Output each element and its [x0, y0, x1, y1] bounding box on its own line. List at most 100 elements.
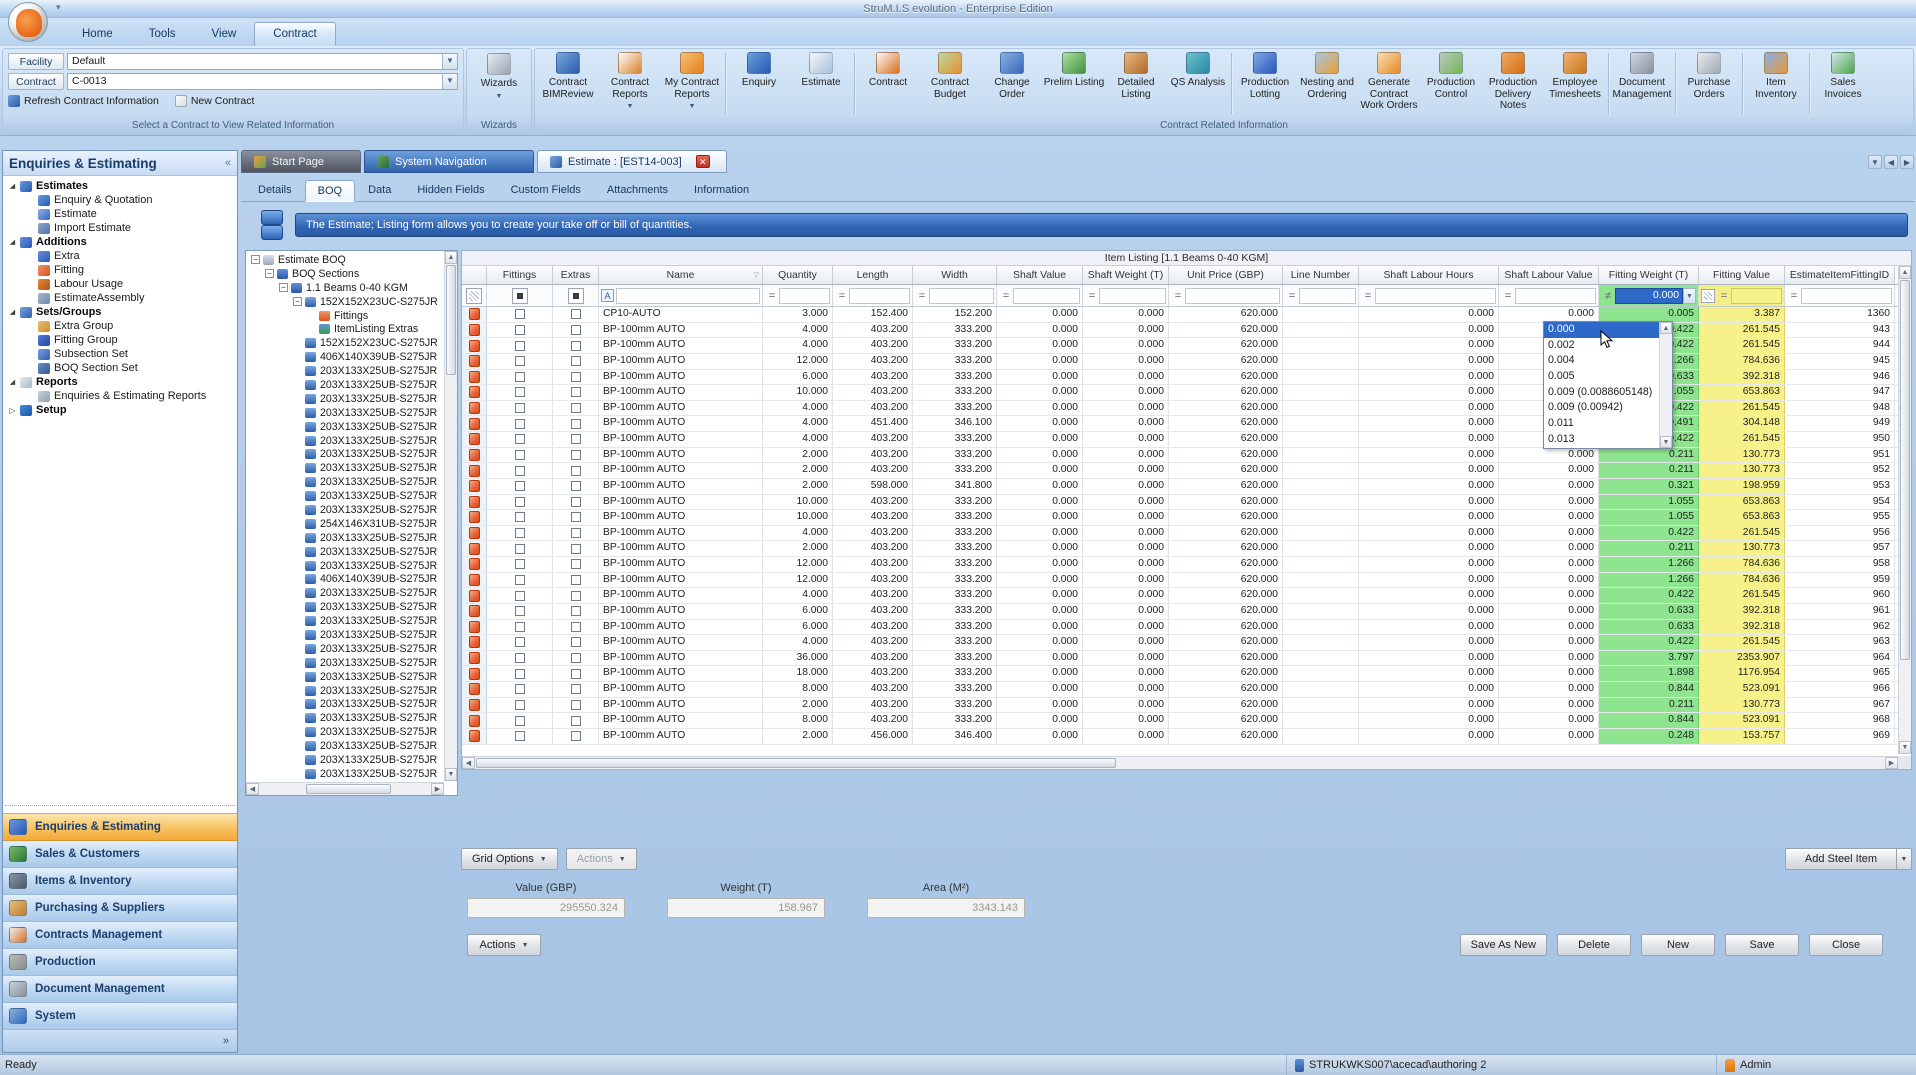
column-header-shaft-labour-hours[interactable]: Shaft Labour Hours	[1359, 266, 1499, 284]
production-control-button[interactable]: Production Control	[1420, 50, 1482, 118]
grid-row[interactable]: BP-100mm AUTO6.000403.200333.2000.0000.0…	[462, 604, 1911, 620]
dropdown-option[interactable]: 0.002	[1544, 338, 1672, 354]
fittings-checkbox[interactable]	[515, 637, 525, 647]
boq-node-203x133x25ub-s275jr[interactable]: 203X133X25UB-S275JR	[247, 378, 443, 392]
extras-checkbox[interactable]	[571, 325, 581, 335]
boq-node-203x133x25ub-s275jr[interactable]: 203X133X25UB-S275JR	[247, 600, 443, 614]
column-header-estimateitemfittingid[interactable]: EstimateItemFittingID	[1785, 266, 1895, 284]
grid-row[interactable]: BP-100mm AUTO10.000403.200333.2000.0000.…	[462, 510, 1911, 526]
fittings-checkbox[interactable]	[515, 403, 525, 413]
sidebar-item-subsection-set[interactable]: Subsection Set	[7, 347, 237, 361]
filter-dropdown-icon[interactable]: ▼	[1683, 288, 1696, 304]
boq-tree-vertical-scrollbar[interactable]: ▲ ▼	[444, 251, 457, 781]
boq-node-203x133x25ub-s275jr[interactable]: 203X133X25UB-S275JR	[247, 406, 443, 420]
boq-node-203x133x25ub-s275jr[interactable]: 203X133X25UB-S275JR	[247, 489, 443, 503]
column-header-name[interactable]: Name▽	[599, 266, 763, 284]
contract-reports-button[interactable]: Contract Reports▼	[599, 50, 661, 118]
filter-input-quantity[interactable]	[779, 288, 830, 304]
sidebar-item-estimates[interactable]: ◢Estimates	[7, 179, 237, 193]
grid-row[interactable]: BP-100mm AUTO36.000403.200333.2000.0000.…	[462, 651, 1911, 667]
nav-overflow-button[interactable]: »	[223, 1035, 229, 1047]
fittings-checkbox[interactable]	[515, 466, 525, 476]
dropdown-scrollbar[interactable]: ▲ ▼	[1659, 322, 1672, 448]
column-header-shaft-labour-value[interactable]: Shaft Labour Value	[1499, 266, 1599, 284]
expander-icon[interactable]: ◢	[7, 378, 18, 386]
filter-input-name[interactable]	[616, 288, 760, 304]
grid-row[interactable]: BP-100mm AUTO2.000403.200333.2000.0000.0…	[462, 463, 1911, 479]
sub-tab-boq[interactable]: BOQ	[305, 180, 355, 202]
checkbox-filter-icon[interactable]	[512, 288, 528, 304]
row-indicator-header[interactable]	[462, 266, 487, 284]
add-steel-item-button[interactable]: Add Steel Item	[1785, 848, 1897, 870]
fittings-checkbox[interactable]	[515, 419, 525, 429]
column-header-fitting-weight-t[interactable]: Fitting Weight (T)	[1599, 266, 1699, 284]
grid-row[interactable]: BP-100mm AUTO2.000403.200333.2000.0000.0…	[462, 448, 1911, 464]
filter-input-shaft-weight-t[interactable]	[1099, 288, 1166, 304]
tab-scroll-right-icon[interactable]: ▶	[1900, 155, 1914, 169]
extras-checkbox[interactable]	[571, 684, 581, 694]
checkbox-filter-icon[interactable]	[568, 288, 584, 304]
sidebar-item-estimate[interactable]: Estimate	[7, 207, 237, 221]
extras-checkbox[interactable]	[571, 387, 581, 397]
equals-filter-icon[interactable]: =	[1361, 290, 1375, 302]
column-header-shaft-weight-t[interactable]: Shaft Weight (T)	[1083, 266, 1169, 284]
grid-row[interactable]: BP-100mm AUTO10.000403.200333.2000.0000.…	[462, 495, 1911, 511]
dropdown-option[interactable]: 0.011	[1544, 416, 1672, 432]
application-menu-icon[interactable]	[8, 2, 48, 42]
ribbon-tab-view[interactable]: View	[194, 23, 255, 46]
scroll-down-icon[interactable]: ▼	[1660, 436, 1672, 448]
extras-checkbox[interactable]	[571, 309, 581, 319]
grid-row[interactable]: BP-100mm AUTO10.000403.200333.2000.0000.…	[462, 385, 1911, 401]
new-contract-link[interactable]: New Contract	[175, 95, 255, 107]
boq-node-203x133x25ub-s275jr[interactable]: 203X133X25UB-S275JR	[247, 767, 443, 781]
refresh-contract-link[interactable]: Refresh Contract Information	[8, 95, 159, 107]
expander-icon[interactable]: ◢	[7, 238, 18, 246]
nav-button-production[interactable]: Production	[3, 949, 237, 976]
extras-checkbox[interactable]	[571, 544, 581, 554]
filter-input-length[interactable]	[849, 288, 910, 304]
scroll-down-icon[interactable]: ▼	[1899, 741, 1911, 754]
extras-checkbox[interactable]	[571, 622, 581, 632]
extras-checkbox[interactable]	[571, 403, 581, 413]
column-header-length[interactable]: Length	[833, 266, 913, 284]
add-steel-item-dropdown[interactable]: ▼	[1897, 848, 1912, 870]
equals-filter-icon[interactable]: =	[1171, 290, 1185, 302]
grid-row[interactable]: BP-100mm AUTO4.000403.200333.2000.0000.0…	[462, 526, 1911, 542]
grid-row[interactable]: BP-100mm AUTO18.000403.200333.2000.0000.…	[462, 666, 1911, 682]
boq-node-203x133x25ub-s275jr[interactable]: 203X133X25UB-S275JR	[247, 503, 443, 517]
save-button[interactable]: Save	[1725, 934, 1799, 956]
collapse-node-icon[interactable]: −	[251, 255, 260, 264]
boq-node-203x133x25ub-s275jr[interactable]: 203X133X25UB-S275JR	[247, 711, 443, 725]
sidebar-item-import-estimate[interactable]: Import Estimate	[7, 221, 237, 235]
chevron-down-icon[interactable]: ▼	[442, 54, 457, 69]
purchase-orders-button[interactable]: Purchase Orders	[1678, 50, 1740, 118]
extras-checkbox[interactable]	[571, 434, 581, 444]
boq-node-203x133x25ub-s275jr[interactable]: 203X133X25UB-S275JR	[247, 545, 443, 559]
grid-row[interactable]: BP-100mm AUTO6.000403.200333.2000.0000.0…	[462, 370, 1911, 386]
boq-node-254x146x31ub-s275jr[interactable]: 254X146X31UB-S275JR	[247, 517, 443, 531]
sub-tab-data[interactable]: Data	[355, 179, 404, 201]
boq-node-fittings[interactable]: Fittings	[247, 309, 443, 323]
boq-node-estimate-boq[interactable]: −Estimate BOQ	[247, 253, 443, 267]
production-delivery-notes-button[interactable]: Production Delivery Notes	[1482, 50, 1544, 118]
filter-input-fitting-value[interactable]	[1731, 288, 1782, 304]
grid-row[interactable]: BP-100mm AUTO8.000403.200333.2000.0000.0…	[462, 682, 1911, 698]
item-inventory-button[interactable]: Item Inventory	[1745, 50, 1807, 118]
sidebar-item-setup[interactable]: ▷Setup	[7, 403, 237, 417]
filter-input-width[interactable]	[929, 288, 994, 304]
extras-checkbox[interactable]	[571, 637, 581, 647]
dropdown-option[interactable]: 0.013	[1544, 432, 1672, 448]
expander-icon[interactable]: ◢	[7, 308, 18, 316]
wizards-button[interactable]: Wizards ▼	[468, 51, 530, 102]
boq-node-406x140x39ub-s275jr[interactable]: 406X140X39UB-S275JR	[247, 350, 443, 364]
sidebar-item-enquiries-estimating-reports[interactable]: Enquiries & Estimating Reports	[7, 389, 237, 403]
boq-tree-horizontal-scrollbar[interactable]: ◀ ▶	[246, 782, 444, 795]
extras-checkbox[interactable]	[571, 497, 581, 507]
column-header-fittings[interactable]: Fittings	[487, 266, 553, 284]
boq-node-203x133x25ub-s275jr[interactable]: 203X133X25UB-S275JR	[247, 420, 443, 434]
sidebar-splitter[interactable]	[5, 805, 235, 813]
fittings-checkbox[interactable]	[515, 481, 525, 491]
dropdown-option[interactable]: 0.004	[1544, 353, 1672, 369]
extras-checkbox[interactable]	[571, 653, 581, 663]
sub-tab-attachments[interactable]: Attachments	[594, 179, 681, 201]
